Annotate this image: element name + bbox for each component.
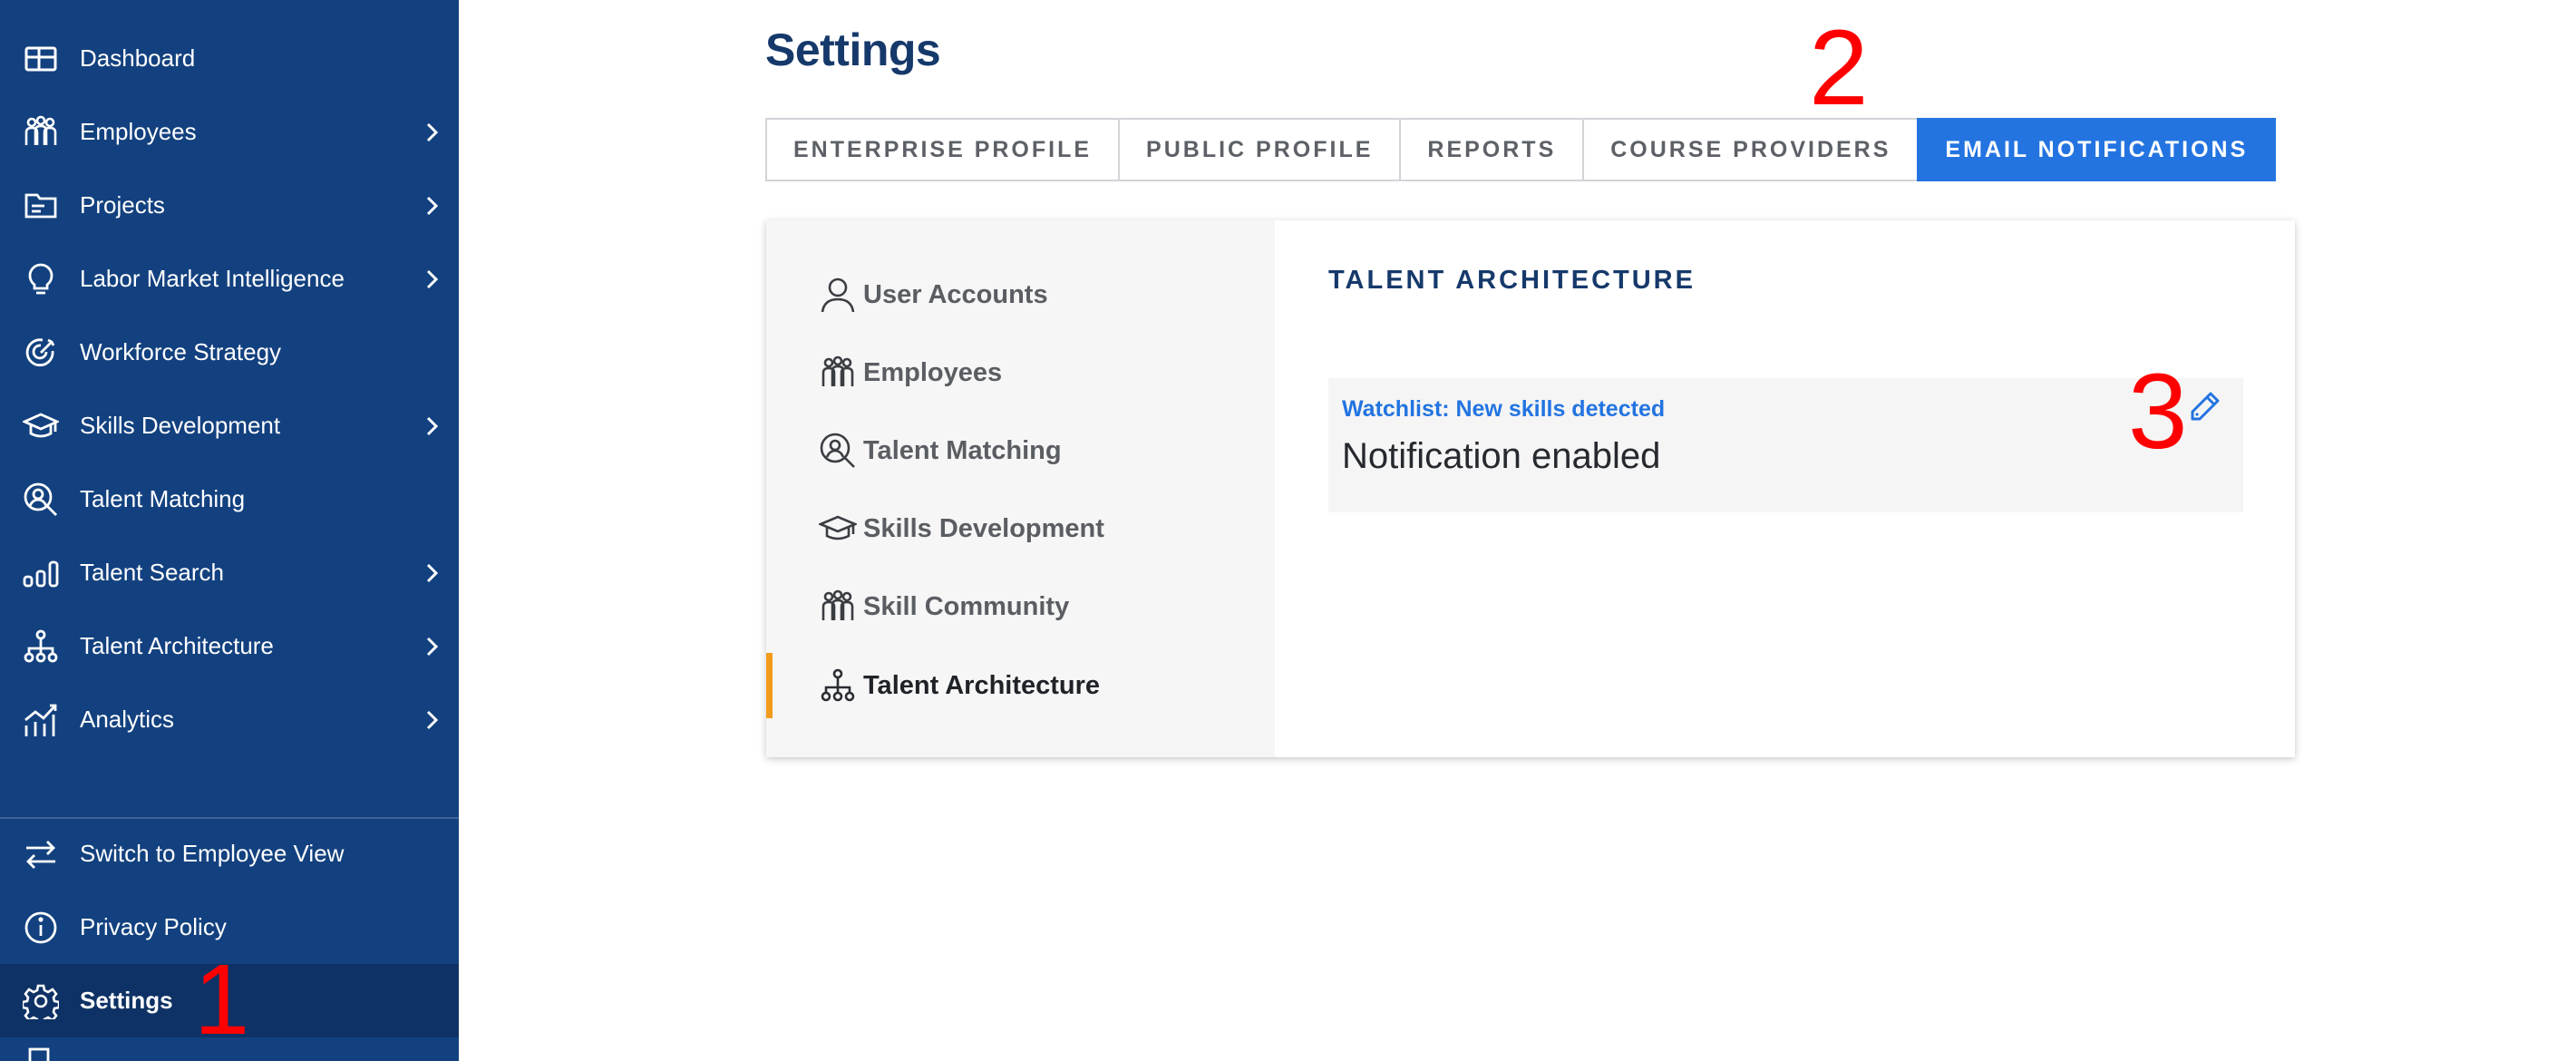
subnav-item-skills-development[interactable]: Skills Development	[766, 496, 1275, 561]
sidebar-item-label: Talent Matching	[80, 485, 246, 512]
chevron-right-icon	[426, 196, 439, 215]
sidebar-item-label: Projects	[80, 191, 165, 219]
sidebar-item-switch-to-employee-view[interactable]: Switch to Employee View	[0, 817, 459, 891]
org-chart-icon	[22, 628, 60, 666]
user-icon	[819, 276, 857, 314]
subnav-item-label: Talent Architecture	[863, 670, 1101, 700]
sidebar-item-talent-search[interactable]: Talent Search	[0, 536, 459, 609]
org-chart-icon	[819, 667, 857, 705]
sidebar-item-label: Talent Search	[80, 559, 224, 586]
people-icon	[22, 113, 60, 151]
analytics-icon	[22, 701, 60, 739]
subnav-item-label: Skill Community	[863, 591, 1070, 621]
sidebar-item-label: Privacy Policy	[80, 913, 227, 940]
info-icon	[22, 909, 60, 947]
chevron-right-icon	[426, 637, 439, 656]
person-search-icon	[22, 481, 60, 519]
people-icon	[819, 588, 857, 626]
sidebar-item-label: Skills Development	[80, 412, 281, 439]
sidebar-item-dashboard[interactable]: Dashboard	[0, 22, 459, 95]
notification-category-nav: User Accounts Employees Talent Matching …	[766, 220, 1275, 757]
section-title: TALENT ARCHITECTURE	[1328, 266, 1696, 295]
graduation-cap-icon	[817, 510, 859, 548]
subnav-item-label: User Accounts	[863, 279, 1048, 309]
notification-card: Watchlist: New skills detected Notificat…	[1328, 378, 2243, 512]
subnav-item-label: Employees	[863, 357, 1003, 387]
sidebar-item-projects[interactable]: Projects	[0, 169, 459, 242]
chevron-right-icon	[426, 416, 439, 435]
sidebar-item-analytics[interactable]: Analytics	[0, 683, 459, 756]
sidebar-item-label: Analytics	[80, 706, 175, 733]
swap-arrows-icon	[22, 835, 60, 873]
people-icon	[819, 354, 857, 392]
tab-email-notifications[interactable]: EMAIL NOTIFICATIONS	[1917, 118, 2277, 181]
subnav-item-user-accounts[interactable]: User Accounts	[766, 262, 1275, 327]
sidebar-item-workforce-strategy[interactable]: Workforce Strategy	[0, 316, 459, 389]
sidebar-item-label: Settings	[80, 987, 173, 1014]
tab-course-providers[interactable]: COURSE PROVIDERS	[1582, 118, 1918, 181]
annotation-number-1: 1	[194, 944, 250, 1056]
page-title: Settings	[765, 24, 941, 75]
chevron-right-icon	[426, 269, 439, 288]
chevron-right-icon	[426, 122, 439, 141]
sidebar: Dashboard Employees Projects Labor Marke…	[0, 0, 459, 1061]
settings-tabs: ENTERPRISE PROFILE PUBLIC PROFILE REPORT…	[765, 118, 2277, 181]
document-icon	[22, 1045, 60, 1061]
target-icon	[22, 334, 60, 372]
sidebar-item-talent-matching[interactable]: Talent Matching	[0, 462, 459, 536]
notification-name: Watchlist: New skills detected	[1342, 396, 1666, 422]
sidebar-item-label: Employees	[80, 118, 197, 145]
tab-enterprise-profile[interactable]: ENTERPRISE PROFILE	[765, 118, 1119, 181]
subnav-item-talent-matching[interactable]: Talent Matching	[766, 418, 1275, 483]
sidebar-item-labor-market-intelligence[interactable]: Labor Market Intelligence	[0, 242, 459, 316]
sidebar-item-label: Talent Architecture	[80, 632, 274, 659]
sidebar-item-skills-development[interactable]: Skills Development	[0, 389, 459, 462]
folder-icon	[22, 187, 60, 225]
graduation-cap-icon	[22, 407, 60, 445]
pencil-icon[interactable]	[2186, 389, 2222, 425]
sidebar-item-label: Switch to Employee View	[80, 840, 345, 867]
sidebar-item-label: Labor Market Intelligence	[80, 265, 345, 292]
notification-status: Notification enabled	[1342, 436, 1661, 476]
sidebar-item-talent-architecture[interactable]: Talent Architecture	[0, 609, 459, 683]
annotation-number-3: 3	[2128, 352, 2188, 472]
subnav-item-employees[interactable]: Employees	[766, 340, 1275, 405]
lightbulb-icon	[22, 260, 60, 298]
chevron-right-icon	[426, 563, 439, 582]
annotation-number-2: 2	[1809, 8, 1869, 128]
sidebar-item-label: Workforce Strategy	[80, 338, 282, 365]
subnav-item-skill-community[interactable]: Skill Community	[766, 574, 1275, 639]
tab-public-profile[interactable]: PUBLIC PROFILE	[1118, 118, 1400, 181]
subnav-item-label: Talent Matching	[863, 435, 1062, 465]
tab-reports[interactable]: REPORTS	[1399, 118, 1583, 181]
chevron-right-icon	[426, 710, 439, 729]
person-search-icon	[819, 432, 857, 470]
gear-icon	[22, 982, 60, 1020]
bar-chart-icon	[22, 554, 60, 592]
notifications-panel: User Accounts Employees Talent Matching …	[766, 220, 2295, 757]
sidebar-item-employees[interactable]: Employees	[0, 95, 459, 169]
subnav-item-label: Skills Development	[863, 513, 1104, 543]
sidebar-item-label: Dashboard	[80, 44, 196, 72]
dashboard-icon	[22, 40, 60, 78]
subnav-item-talent-architecture[interactable]: Talent Architecture	[766, 653, 1275, 718]
